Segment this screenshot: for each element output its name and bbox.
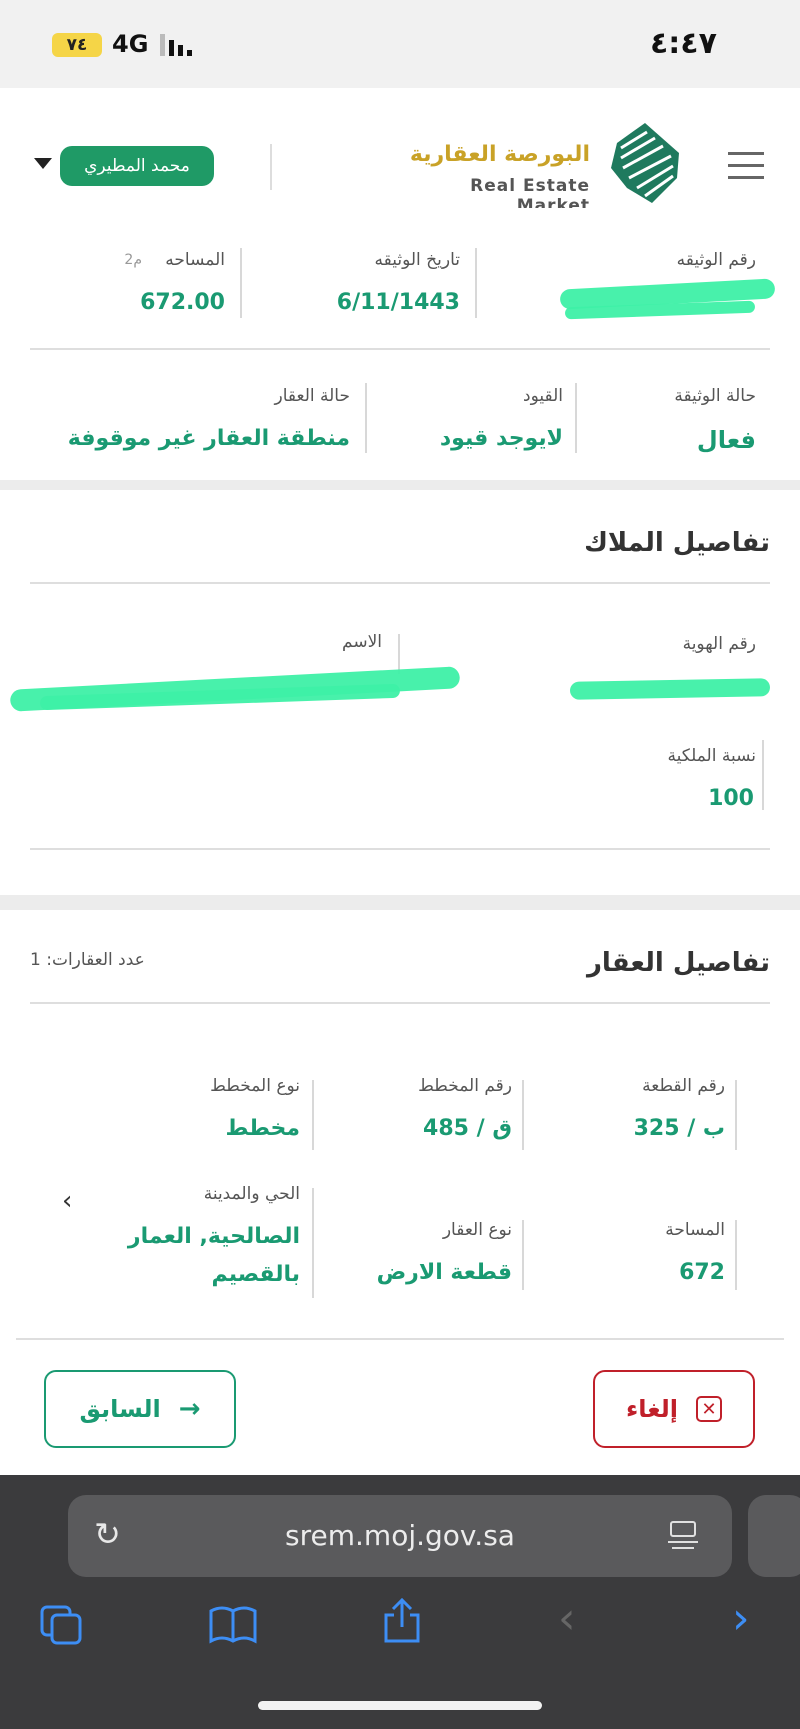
restrictions-value: لايوجد قيود <box>439 426 563 451</box>
section-divider <box>30 582 770 584</box>
reader-icon[interactable] <box>668 1521 698 1549</box>
deed-date-label: تاريخ الوثيقه <box>374 250 461 270</box>
divider <box>735 1220 737 1290</box>
id-number-label: رقم الهوية <box>682 634 756 654</box>
battery-level: ٧٤ <box>66 35 88 55</box>
next-tab-peek[interactable] <box>748 1495 800 1577</box>
deed-date: 6/11/1443 <box>336 290 460 315</box>
deed-status-label: حالة الوثيقة <box>674 386 756 406</box>
property-title: تفاصيل العقار <box>586 948 770 978</box>
plan-number-label: رقم المخطط <box>418 1076 512 1096</box>
divider <box>240 248 242 318</box>
area-label: المساحه <box>165 250 225 270</box>
section-divider <box>30 1002 770 1004</box>
divider <box>312 1080 314 1150</box>
logo[interactable]: البورصة العقارية Real Estate Market <box>395 118 695 216</box>
arrow-right-icon: → <box>178 1394 201 1424</box>
divider <box>575 383 577 453</box>
divider <box>522 1080 524 1150</box>
restrictions-label: القيود <box>523 386 563 406</box>
clock: ٤:٤٧ <box>650 26 717 61</box>
divider <box>365 383 367 453</box>
user-dropdown[interactable]: محمد المطيري <box>30 146 220 186</box>
divider <box>475 248 477 318</box>
area-label: المساحة <box>665 1220 725 1240</box>
ownership-label: نسبة الملكية <box>667 746 756 766</box>
cancel-button[interactable]: إلغاء ✕ <box>593 1370 755 1448</box>
address-bar[interactable]: ↻ srem.moj.gov.sa <box>68 1495 732 1577</box>
cancel-label: إلغاء <box>625 1395 679 1423</box>
share-icon[interactable] <box>382 1597 422 1645</box>
owners-card: تفاصيل الملاك رقم الهوية الاسم نسبة المل… <box>0 490 800 895</box>
property-status-label: حالة العقار <box>274 386 350 406</box>
back-icon[interactable]: ‹ <box>558 1593 576 1644</box>
chevron-down-icon <box>34 158 52 169</box>
area-value: 672.00 <box>140 290 225 315</box>
plan-type-label: نوع المخطط <box>210 1076 300 1096</box>
browser-chrome: ↻ srem.moj.gov.sa ‹ › <box>0 1475 800 1729</box>
chevron-left-icon[interactable]: ‹ <box>62 1186 72 1216</box>
plot-number-label: رقم القطعة <box>642 1076 725 1096</box>
district-line1: الصالحية, العمار <box>127 1224 300 1249</box>
close-icon: ✕ <box>696 1396 723 1422</box>
property-count: عدد العقارات: 1 <box>30 950 145 970</box>
ownership-value: 100 <box>708 786 754 811</box>
district-line2: بالقصيم <box>211 1262 300 1287</box>
owners-title: تفاصيل الملاك <box>584 528 770 558</box>
status-bar: ٧٤ 4G ٤:٤٧ <box>0 0 800 88</box>
redacted-id-number <box>569 678 771 700</box>
area-unit: م2 <box>124 252 142 268</box>
owner-name-label: الاسم <box>342 632 382 652</box>
logo-arabic: البورصة العقارية <box>409 142 590 167</box>
header-divider <box>270 144 272 190</box>
bookmarks-icon[interactable] <box>208 1605 258 1645</box>
forward-icon[interactable]: › <box>732 1593 750 1644</box>
property-status: منطقة العقار غير موقوفة <box>67 426 350 451</box>
logo-emblem-icon <box>611 123 679 203</box>
user-name-badge: محمد المطيري <box>60 146 214 186</box>
deed-info-card: رقم الوثيقه تاريخ الوثيقه 6/11/1443 المس… <box>0 208 800 480</box>
divider <box>735 1080 737 1150</box>
area-value: 672 <box>679 1260 725 1285</box>
plan-type: مخطط <box>225 1116 300 1141</box>
signal-icon <box>160 34 198 56</box>
divider <box>398 634 400 674</box>
battery-icon: ٧٤ <box>52 33 102 57</box>
previous-button[interactable]: السابق → <box>44 1370 236 1448</box>
divider <box>762 740 764 810</box>
deed-number-label: رقم الوثيقه <box>676 250 756 270</box>
plan-number: 485 / ق <box>423 1116 512 1141</box>
plot-number: 325 / ب <box>633 1116 725 1141</box>
tabs-icon[interactable] <box>40 1605 84 1645</box>
deed-status: فعال <box>696 426 756 454</box>
divider <box>312 1188 314 1298</box>
network-label: 4G <box>112 30 149 58</box>
divider <box>522 1220 524 1290</box>
url-text: srem.moj.gov.sa <box>285 1519 515 1552</box>
previous-label: السابق <box>79 1395 161 1423</box>
hamburger-menu-icon[interactable] <box>728 152 764 182</box>
property-type: قطعة الارض <box>376 1260 512 1285</box>
app-header: محمد المطيري البورصة العقارية Real Estat… <box>0 88 800 216</box>
home-indicator <box>258 1701 542 1710</box>
section-divider <box>30 848 770 850</box>
district-label: الحي والمدينة <box>203 1184 300 1204</box>
row-divider <box>30 348 770 350</box>
section-divider <box>16 1338 784 1340</box>
property-type-label: نوع العقار <box>442 1220 512 1240</box>
